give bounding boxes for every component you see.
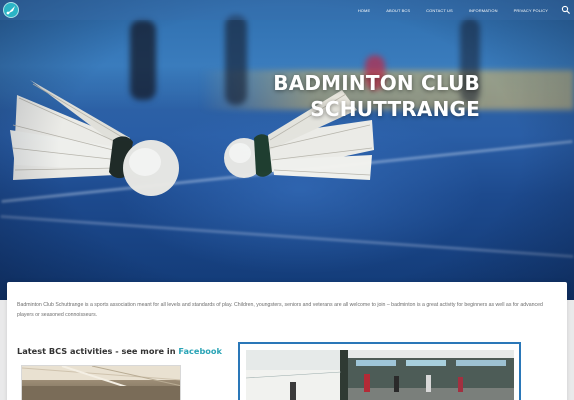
gallery-frame	[238, 342, 521, 400]
nav-item-contact-us[interactable]: CONTACT US	[418, 8, 461, 13]
activities-heading: Latest BCS activities - see more in Face…	[17, 346, 222, 356]
hero-banner: BADMINTON CLUB SCHUTTRANGE	[0, 0, 574, 300]
top-navigation: HOME ABOUT BCS CONTACT US INFORMATION PR…	[0, 0, 574, 20]
nav-item-home[interactable]: HOME	[350, 8, 378, 13]
gym-photo[interactable]	[246, 350, 514, 400]
shuttlecock-logo-icon	[6, 6, 15, 15]
activities-heading-text: Latest BCS activities - see more in	[17, 346, 179, 356]
nav-item-information[interactable]: INFORMATION	[461, 8, 506, 13]
content-card: Badminton Club Schuttrange is a sports a…	[7, 282, 567, 400]
main-menu: HOME ABOUT BCS CONTACT US INFORMATION PR…	[350, 0, 556, 20]
hero-title: BADMINTON CLUB SCHUTTRANGE	[250, 70, 480, 122]
hero-vignette	[0, 0, 574, 300]
search-icon[interactable]	[561, 5, 571, 15]
facebook-link[interactable]: Facebook	[178, 346, 222, 356]
facebook-photo-scene	[22, 366, 180, 400]
hero-title-line2: SCHUTTRANGE	[310, 97, 480, 121]
nav-item-privacy-policy[interactable]: PRIVACY POLICY	[506, 8, 556, 13]
nav-item-about-bcs[interactable]: ABOUT BCS	[378, 8, 418, 13]
intro-paragraph: Badminton Club Schuttrange is a sports a…	[17, 302, 543, 318]
gym-photo-scene	[246, 350, 514, 400]
site-logo[interactable]	[3, 2, 19, 18]
hero-title-line1: BADMINTON CLUB	[273, 71, 480, 95]
facebook-post-photo[interactable]	[21, 365, 181, 400]
